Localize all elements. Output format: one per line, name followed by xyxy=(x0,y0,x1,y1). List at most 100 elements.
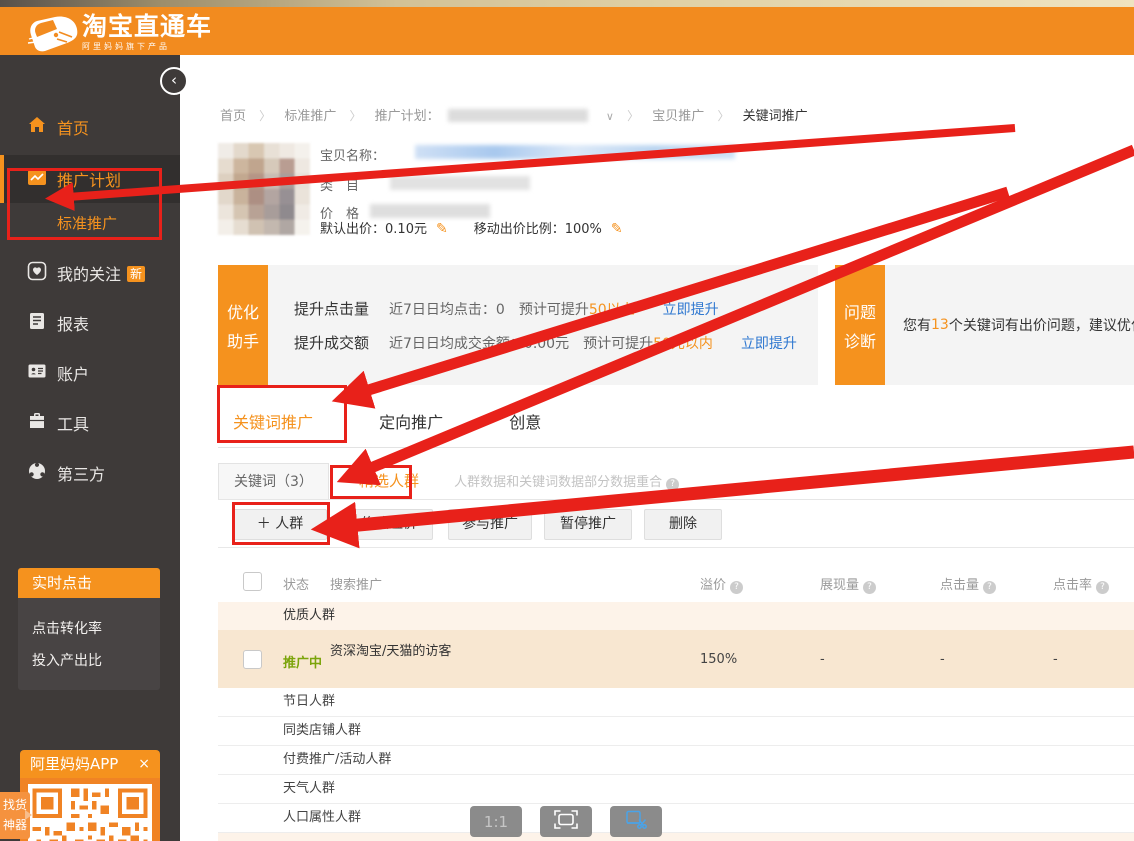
sidebar-item-label: 第三方 xyxy=(57,461,105,485)
tab-targeted-promo[interactable]: 定向推广 xyxy=(379,409,443,433)
app-title: 淘宝直通车 xyxy=(82,14,212,40)
sidebar-item-account[interactable]: 账户 xyxy=(0,351,180,395)
sidebar-item-label: 推广计划 xyxy=(57,167,121,191)
fullscreen-button[interactable] xyxy=(540,806,592,837)
taobao-zhitongche-page: 淘宝直通车 阿里妈妈旗下产品 ‹ 首页 推广计划 标准推广 我 xyxy=(0,0,1134,841)
mobile-ratio-value: 100% xyxy=(565,222,602,237)
group-row-weather-crowd[interactable]: 天气人群 xyxy=(218,775,1134,804)
optimizer-row-clicks: 提升点击量近7日日均点击：0预计可提升50以上立即提升 xyxy=(294,298,818,319)
tab-keyword-promo[interactable]: 关键词推广 xyxy=(233,409,313,433)
bid-settings-line: 默认出价：0.10元✎移动出价比例：100%✎ xyxy=(320,218,649,237)
sidebar-item-home[interactable]: 首页 xyxy=(0,105,180,149)
group-row-similar-shop-crowd[interactable]: 同类店铺人群 xyxy=(218,717,1134,746)
clicks-value: - xyxy=(940,652,945,667)
brand-block: 淘宝直通车 阿里妈妈旗下产品 xyxy=(82,14,212,52)
breadcrumb-caret-icon[interactable]: ∨ xyxy=(606,110,614,123)
add-crowd-button[interactable]: ＋ 人群 xyxy=(233,509,327,540)
fullscreen-icon xyxy=(554,810,578,833)
row-checkbox[interactable] xyxy=(243,650,262,669)
promo-tabs: 关键词推广 定向推广 创意 xyxy=(218,393,1134,448)
crowd-name[interactable]: 资深淘宝/天猫的访客 xyxy=(330,640,451,659)
crowd-data-row: 推广中 资深淘宝/天猫的访客 150% - - - xyxy=(218,630,1134,688)
sidebar-item-roi[interactable]: 投入产出比 xyxy=(32,650,102,670)
subtab-keywords[interactable]: 关键词（3） xyxy=(218,463,329,499)
goods-finder-floater[interactable]: 找货 神器 xyxy=(0,792,30,839)
sidebar-item-click-conversion[interactable]: 点击转化率 xyxy=(32,618,102,638)
sidebar-item-third-party[interactable]: 第三方 xyxy=(0,451,180,495)
train-logo-icon[interactable] xyxy=(27,11,79,59)
breadcrumb-separator: 〉 xyxy=(627,109,639,123)
default-bid-label: 默认出价： xyxy=(320,222,385,237)
breadcrumb-separator: 〉 xyxy=(349,109,361,123)
product-name-redacted xyxy=(415,145,735,159)
sidebar-item-campaigns[interactable]: 推广计划 xyxy=(0,155,180,203)
default-bid-value: 0.10元 xyxy=(385,222,427,237)
chevron-left-icon: ‹ xyxy=(171,71,177,89)
help-icon[interactable]: ? xyxy=(983,581,996,594)
close-icon[interactable]: × xyxy=(138,750,150,778)
sidebar-item-label: 账户 xyxy=(57,361,89,385)
breadcrumb-current: 关键词推广 xyxy=(743,109,808,124)
impressions-value: - xyxy=(820,652,825,667)
optimizer-panel: 优化 助手 提升点击量近7日日均点击：0预计可提升50以上立即提升 提升成交额近… xyxy=(218,265,818,385)
alimama-app-panel xyxy=(20,778,160,841)
realtime-clicks-header: 实时点击 xyxy=(18,568,160,598)
next-group-row-edge xyxy=(218,833,1134,841)
phone-scissors-icon xyxy=(624,810,648,833)
breadcrumb-item-promo[interactable]: 宝贝推广 xyxy=(652,109,704,124)
sidebar-item-follows[interactable]: 我的关注新 xyxy=(0,251,180,295)
sidebar-collapse-button[interactable]: ‹ xyxy=(160,67,188,95)
boost-now-link[interactable]: 立即提升 xyxy=(663,302,719,318)
sidebar-item-reports[interactable]: 报表 xyxy=(0,301,180,345)
breadcrumb-plan-label: 推广计划： xyxy=(375,109,440,124)
col-status: 状态 xyxy=(283,574,309,593)
qr-code xyxy=(28,784,152,841)
pause-promo-button[interactable]: 暂停推广 xyxy=(544,509,632,540)
product-category-label: 类 目 xyxy=(320,175,359,194)
col-search-promo: 搜索推广 xyxy=(330,574,382,593)
diagnosis-tab: 问题 诊断 xyxy=(835,265,885,385)
select-all-checkbox[interactable] xyxy=(243,572,262,591)
product-thumbnail xyxy=(218,143,310,235)
crowd-table: 状态 搜索推广 溢价? 展现量? 点击量? 点击率? 优质人群 推广中 资深淘宝… xyxy=(218,560,1134,841)
join-promo-button[interactable]: 参与推广 xyxy=(448,509,532,540)
modify-premium-button[interactable]: 修改溢价 xyxy=(345,509,433,540)
help-icon[interactable]: ? xyxy=(730,581,743,594)
zoom-actual-size-button[interactable]: 1:1 xyxy=(470,806,522,837)
crowd-data-note: 人群数据和关键词数据部分数据重合? xyxy=(454,465,679,501)
help-icon[interactable]: ? xyxy=(1096,581,1109,594)
sidebar-item-label: 标准推广 xyxy=(57,213,117,234)
premium-value: 150% xyxy=(700,652,737,667)
breadcrumb-separator: 〉 xyxy=(259,109,271,123)
edit-bid-icon[interactable]: ✎ xyxy=(436,221,448,237)
group-row-demographic-crowd[interactable]: 人口属性人群 xyxy=(218,804,1134,833)
breadcrumb-separator: 〉 xyxy=(717,109,729,123)
product-name-label: 宝贝名称： xyxy=(320,145,385,164)
group-row-festival-crowd[interactable]: 节日人群 xyxy=(218,688,1134,717)
report-icon xyxy=(26,311,48,335)
diagnosis-panel: 问题 诊断 您有13个关键词有出价问题，建议优化。立即优化 xyxy=(835,265,1134,385)
account-icon xyxy=(26,361,48,385)
diagnosis-body: 您有13个关键词有出价问题，建议优化。立即优化 xyxy=(885,265,1134,385)
table-header-row: 状态 搜索推广 溢价? 展现量? 点击量? 点击率? xyxy=(218,560,1134,602)
sidebar-item-standard-promo[interactable]: 标准推广 xyxy=(0,203,180,243)
screenshot-crop-button[interactable] xyxy=(610,806,662,837)
group-row-paid-activity-crowd[interactable]: 付费推广/活动人群 xyxy=(218,746,1134,775)
optimizer-row-gmv: 提升成交额近7日日均成交金额：0.00元预计可提升50元以内立即提升 xyxy=(294,332,818,353)
alimama-app-title: 阿里妈妈APP xyxy=(30,755,118,773)
edit-mobile-ratio-icon[interactable]: ✎ xyxy=(611,221,623,237)
status-badge: 推广中 xyxy=(283,652,322,671)
col-clicks: 点击量? xyxy=(940,574,996,594)
breadcrumb-standard[interactable]: 标准推广 xyxy=(284,109,336,124)
delete-button[interactable]: 删除 xyxy=(644,509,722,540)
sidebar-item-tools[interactable]: 工具 xyxy=(0,401,180,445)
product-price-redacted xyxy=(370,204,490,218)
help-icon[interactable]: ? xyxy=(863,581,876,594)
boost-now-link[interactable]: 立即提升 xyxy=(741,336,797,352)
subtab-selected-crowd[interactable]: 精选人群 xyxy=(359,463,419,499)
app-header: 淘宝直通车 阿里妈妈旗下产品 xyxy=(0,7,1134,55)
tab-creative[interactable]: 创意 xyxy=(509,409,541,433)
group-row-premium-crowd[interactable]: 优质人群 xyxy=(218,602,1134,630)
help-icon[interactable]: ? xyxy=(666,478,679,491)
breadcrumb-home[interactable]: 首页 xyxy=(220,109,246,124)
